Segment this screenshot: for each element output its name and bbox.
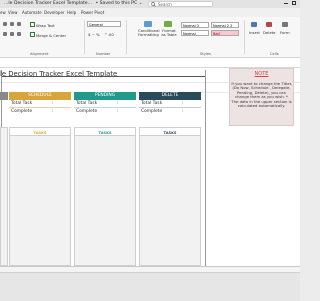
tab-review[interactable]: ew xyxy=(0,10,6,15)
style-bad[interactable]: Bad xyxy=(211,30,239,36)
group-alignment-label: Alignment xyxy=(30,52,49,56)
align-middle-icon[interactable] xyxy=(10,22,14,26)
task-box-delete[interactable] xyxy=(139,127,201,266)
conditional-formatting-icon xyxy=(144,21,152,27)
formula-bar[interactable] xyxy=(0,58,300,68)
sheet-tab-bar[interactable] xyxy=(0,266,300,301)
tasks-header-delete: TASKS xyxy=(163,131,177,135)
colon: : xyxy=(117,101,119,106)
save-status[interactable]: • Saved to this PC ⌄ xyxy=(95,1,142,6)
document-title: ...le Decision Tracker Excel Template... xyxy=(4,1,92,6)
merge-center-button[interactable]: Merge & Center xyxy=(30,32,66,38)
maximize-icon[interactable] xyxy=(292,1,296,5)
colon: : xyxy=(117,109,119,114)
colon: : xyxy=(52,109,54,114)
note-title: NOTE xyxy=(254,71,269,77)
ribbon: Wrap Text Merge & Center Alignment Gener… xyxy=(0,17,300,58)
group-cells-label: Cells xyxy=(270,52,279,56)
colon: : xyxy=(52,101,54,106)
tab-automate[interactable]: Automate xyxy=(22,10,42,15)
format-as-table-button[interactable]: Format as Table xyxy=(161,29,177,37)
status-header-delete: DELETE xyxy=(139,92,201,100)
wrap-text-label: Wrap Text xyxy=(36,23,55,28)
status-header-schedule: SCHEDULE xyxy=(9,92,71,100)
group-styles-label: Styles xyxy=(200,52,211,56)
number-format-select[interactable]: General xyxy=(87,21,121,27)
divider xyxy=(84,20,85,54)
status-header-partial xyxy=(0,92,8,100)
task-box-schedule[interactable] xyxy=(9,127,71,266)
format-as-table-icon xyxy=(164,21,172,27)
tab-view[interactable]: View xyxy=(8,10,18,15)
insert-icon xyxy=(251,22,257,27)
delete-icon xyxy=(266,22,272,27)
total-task-label: Total Task xyxy=(11,101,33,106)
format-icon xyxy=(282,22,288,27)
note-body: If you want to change the Titles (Do Now… xyxy=(231,81,292,109)
total-task-label: Total Task xyxy=(76,101,98,106)
status-header-pending: PENDING xyxy=(74,92,136,100)
merge-center-label: Merge & Center xyxy=(36,33,67,38)
conditional-formatting-button[interactable]: Conditional Formatting xyxy=(138,29,160,37)
sheet-title: le Decision Tracker Excel Template xyxy=(0,70,118,78)
colon: : xyxy=(182,109,184,114)
currency-icon[interactable]: $ ~ % xyxy=(88,32,100,37)
tab-help[interactable]: Help xyxy=(67,10,76,15)
tasks-header-schedule: TASKS xyxy=(33,131,47,135)
delete-button[interactable]: Delete xyxy=(263,30,275,35)
window-controls[interactable] xyxy=(280,0,300,8)
tab-power-pivot[interactable]: Power Pivot xyxy=(81,10,104,15)
task-box-partial[interactable] xyxy=(0,127,8,266)
wrap-text-icon xyxy=(30,22,35,27)
align-top-icon[interactable] xyxy=(3,22,7,26)
search-input[interactable]: Search xyxy=(158,2,172,7)
group-number-label: Number xyxy=(96,52,111,56)
window-title: ...le Decision Tracker Excel Template...… xyxy=(4,0,142,8)
complete-label: Complete xyxy=(76,109,98,114)
complete-label: Complete xyxy=(11,109,33,114)
align-center-icon[interactable] xyxy=(10,32,14,36)
tab-developer[interactable]: Developer xyxy=(44,10,65,15)
align-bottom-icon[interactable] xyxy=(17,22,21,26)
style-normal-3[interactable]: Normal 3 xyxy=(181,22,209,28)
minimize-icon[interactable] xyxy=(284,3,288,4)
style-normal[interactable]: Normal xyxy=(181,30,209,36)
horizontal-scrollbar[interactable] xyxy=(0,267,300,273)
merge-icon xyxy=(30,32,35,37)
tasks-header-pending: TASKS xyxy=(98,131,112,135)
align-left-icon[interactable] xyxy=(3,32,7,36)
align-right-icon[interactable] xyxy=(17,32,21,36)
total-task-label: Total Task xyxy=(141,101,163,106)
insert-button[interactable]: Insert xyxy=(249,30,260,35)
wrap-text-button[interactable]: Wrap Text xyxy=(30,22,55,28)
search-icon xyxy=(151,2,156,7)
divider xyxy=(126,20,127,54)
divider xyxy=(244,20,245,54)
complete-label: Complete xyxy=(141,109,163,114)
ribbon-tab-bar: ew View Automate Developer Help Power Pi… xyxy=(0,8,300,17)
search-box[interactable]: Search xyxy=(148,1,213,7)
colon: : xyxy=(182,101,184,106)
number-format-value: General xyxy=(89,23,103,27)
style-normal-2-2[interactable]: Normal 2 2 xyxy=(211,22,239,28)
decimal-icons[interactable]: ⁹ .00 xyxy=(105,32,114,37)
task-box-pending[interactable] xyxy=(74,127,136,266)
format-button[interactable]: Form xyxy=(280,30,290,35)
